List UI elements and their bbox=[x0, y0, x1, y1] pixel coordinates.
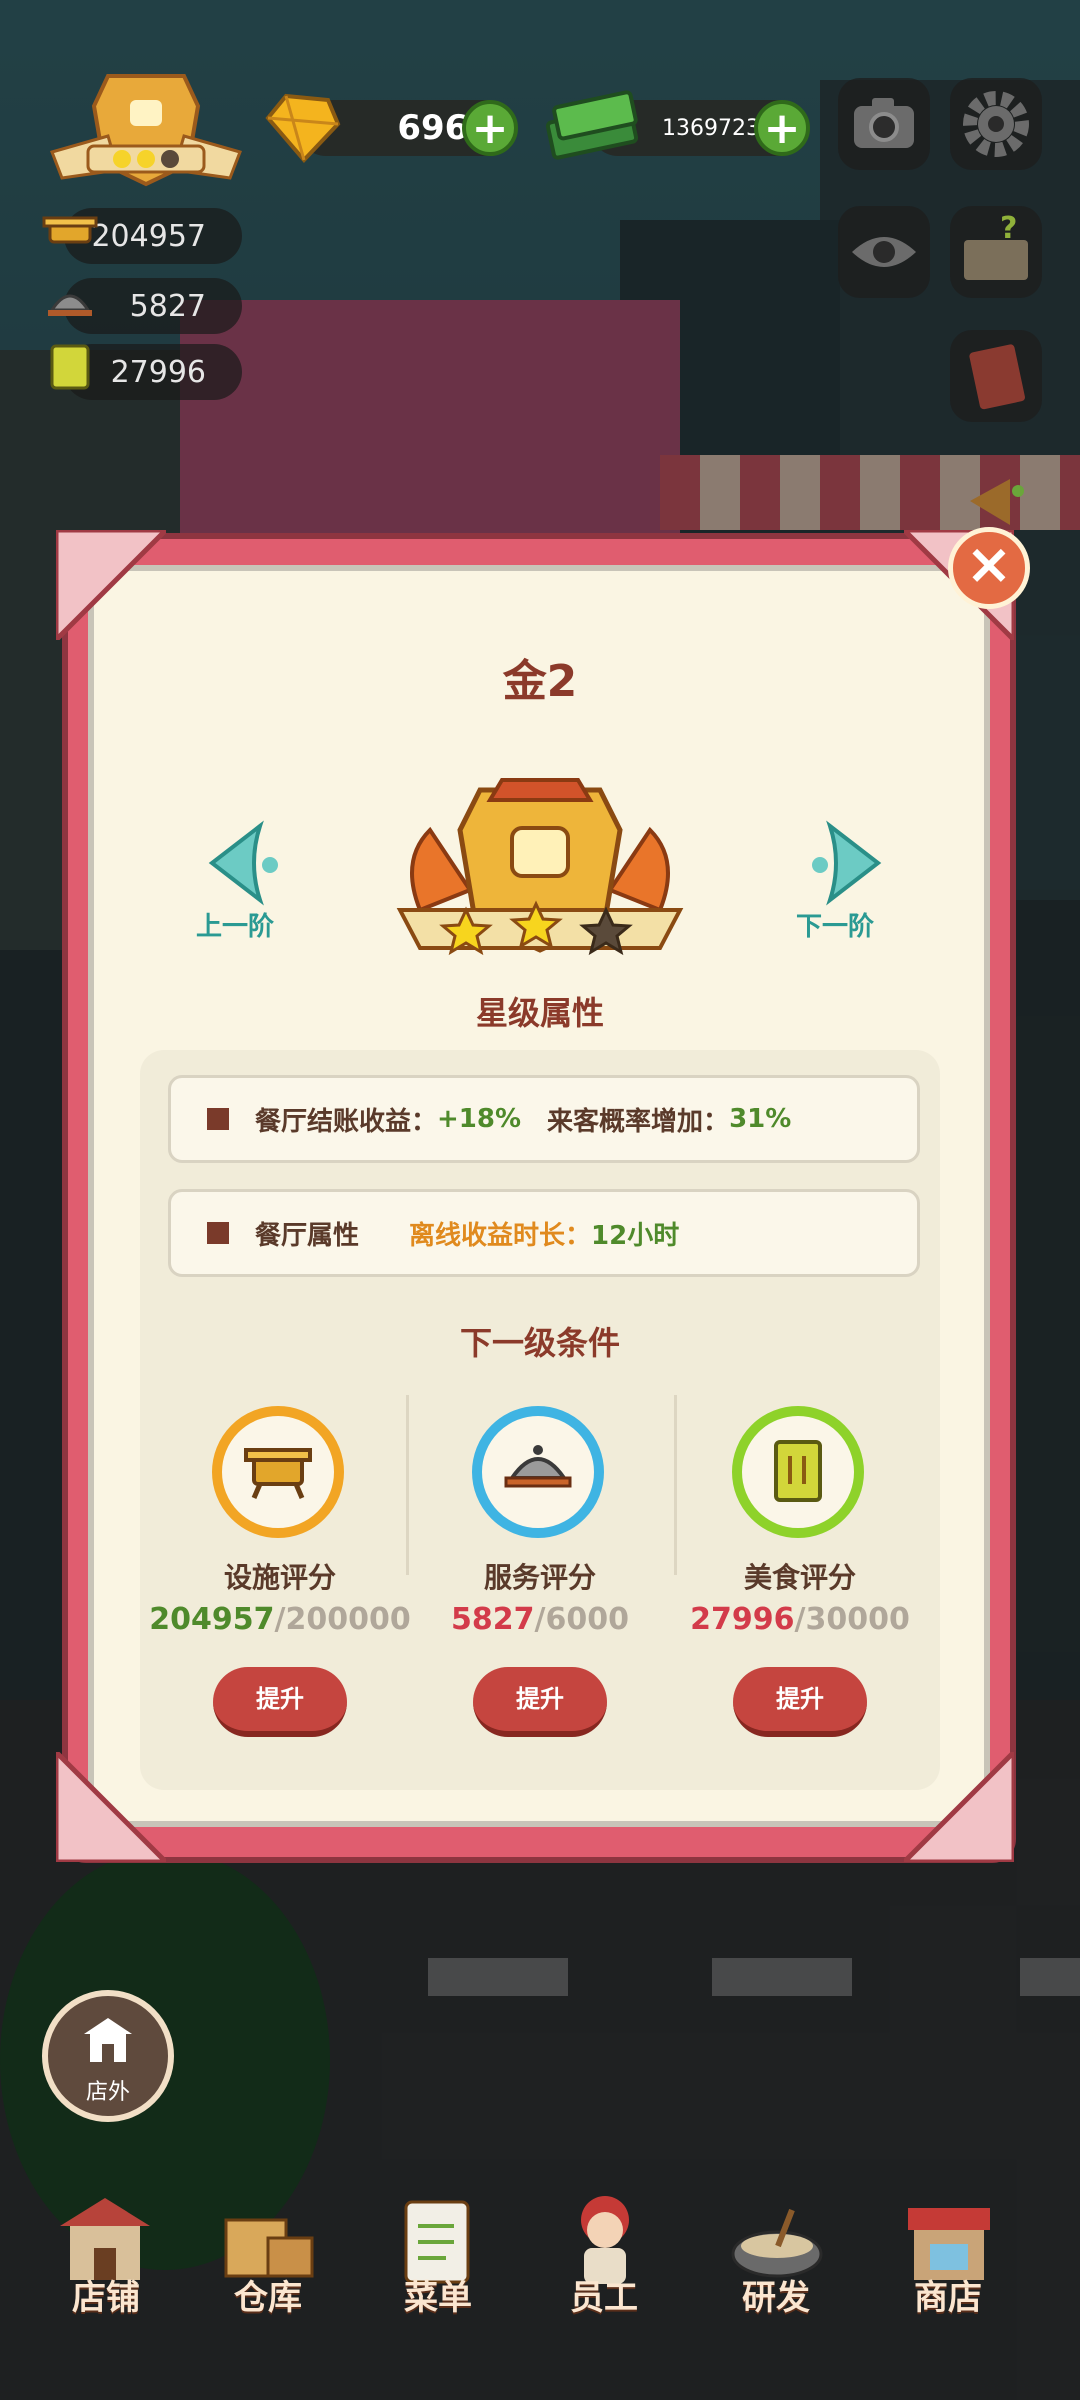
rank-emblem bbox=[390, 770, 690, 970]
facility-score-current: 204957 bbox=[149, 1602, 275, 1637]
close-button[interactable]: × bbox=[948, 527, 1030, 609]
visitor-rate-label: 来客概率增加： bbox=[547, 1106, 730, 1137]
restaurant-rank-badge[interactable] bbox=[48, 66, 244, 194]
arrow-left-icon bbox=[208, 820, 278, 906]
upgrade-food-button[interactable]: 提升 bbox=[733, 1667, 867, 1737]
next-level-conditions-title: 下一级条件 bbox=[459, 1324, 620, 1362]
prev-rank-button[interactable]: 上一阶 bbox=[190, 820, 300, 942]
column-divider bbox=[674, 1395, 677, 1575]
gem-icon bbox=[265, 93, 341, 163]
offline-income-value: 12小时 bbox=[591, 1220, 680, 1251]
upgrade-service-button[interactable]: 提升 bbox=[473, 1667, 607, 1737]
eye-icon bbox=[852, 237, 916, 267]
food-score-current: 27996 bbox=[690, 1602, 795, 1637]
next-rank-button[interactable]: 下一阶 bbox=[790, 820, 900, 942]
view-toggle-button[interactable] bbox=[838, 206, 930, 298]
checkout-income-value: +18% bbox=[437, 1104, 522, 1134]
menu-book-icon bbox=[774, 1440, 822, 1502]
nav-shop[interactable]: 商店 bbox=[878, 2270, 1018, 2319]
add-cash-button[interactable]: + bbox=[754, 100, 810, 156]
tripod-pot-icon bbox=[42, 216, 98, 244]
bullet-marker bbox=[207, 1222, 229, 1244]
offline-income-label: 离线收益时长： bbox=[409, 1220, 592, 1251]
outside-view-label: 店外 bbox=[85, 2080, 130, 2105]
food-score-progress: 27996/30000 bbox=[650, 1602, 950, 1637]
restaurant-attribute-label: 餐厅属性 bbox=[255, 1220, 360, 1251]
cloche-icon bbox=[48, 294, 92, 316]
nav-staff[interactable]: 员工 bbox=[534, 2270, 674, 2319]
star-attributes-title: 星级属性 bbox=[475, 994, 604, 1032]
cash-icon bbox=[545, 90, 639, 160]
storefront-icon bbox=[84, 2018, 132, 2062]
nav-menu[interactable]: 菜单 bbox=[368, 2270, 508, 2319]
service-score-label: 服务评分 bbox=[483, 1561, 596, 1594]
guide-book-button[interactable]: ? bbox=[950, 206, 1042, 298]
outside-view-button[interactable]: 店外 bbox=[42, 1990, 174, 2122]
service-score-required: /6000 bbox=[534, 1602, 629, 1637]
next-rank-label: 下一阶 bbox=[796, 912, 875, 942]
visitor-rate-value: 31% bbox=[729, 1104, 792, 1134]
gear-icon bbox=[963, 91, 1029, 157]
svg-text:?: ? bbox=[1000, 211, 1017, 246]
attribute-row: 餐厅结账收益： +18% 来客概率增加： 31% bbox=[168, 1075, 920, 1163]
tripod-pot-icon bbox=[244, 1448, 312, 1499]
camera-button[interactable] bbox=[838, 78, 930, 170]
attribute-row: 餐厅属性 离线收益时长： 12小时 bbox=[168, 1189, 920, 1277]
upgrade-facility-button[interactable]: 提升 bbox=[213, 1667, 347, 1737]
nav-research[interactable]: 研发 bbox=[706, 2270, 846, 2319]
menu-book-icon bbox=[50, 344, 90, 390]
bullet-marker bbox=[207, 1108, 229, 1130]
close-icon: × bbox=[965, 532, 1013, 597]
prev-rank-label: 上一阶 bbox=[196, 912, 275, 942]
settings-button[interactable] bbox=[950, 78, 1042, 170]
rank-title: 金2 bbox=[502, 656, 578, 707]
camera-icon bbox=[854, 98, 914, 148]
frame-corner-decoration bbox=[56, 530, 166, 640]
service-score-progress: 5827/6000 bbox=[390, 1602, 690, 1637]
recipe-book-button[interactable] bbox=[950, 330, 1042, 422]
cloche-icon bbox=[504, 1445, 572, 1488]
arrow-right-icon bbox=[812, 820, 882, 906]
help-book-icon: ? bbox=[964, 211, 1028, 280]
frame-corner-decoration bbox=[904, 1752, 1014, 1862]
nav-warehouse[interactable]: 仓库 bbox=[198, 2270, 338, 2319]
book-icon bbox=[969, 344, 1025, 410]
food-score-required: /30000 bbox=[794, 1602, 910, 1637]
food-score-label: 美食评分 bbox=[743, 1561, 856, 1594]
frame-corner-decoration bbox=[56, 1752, 166, 1862]
facility-score-label: 设施评分 bbox=[223, 1561, 336, 1594]
nav-store[interactable]: 店铺 bbox=[36, 2270, 176, 2319]
service-score-current: 5827 bbox=[451, 1602, 535, 1637]
facility-score-progress: 204957/200000 bbox=[130, 1602, 430, 1637]
column-divider bbox=[406, 1395, 409, 1575]
add-gems-button[interactable]: + bbox=[462, 100, 518, 156]
checkout-income-label: 餐厅结账收益： bbox=[255, 1106, 438, 1137]
